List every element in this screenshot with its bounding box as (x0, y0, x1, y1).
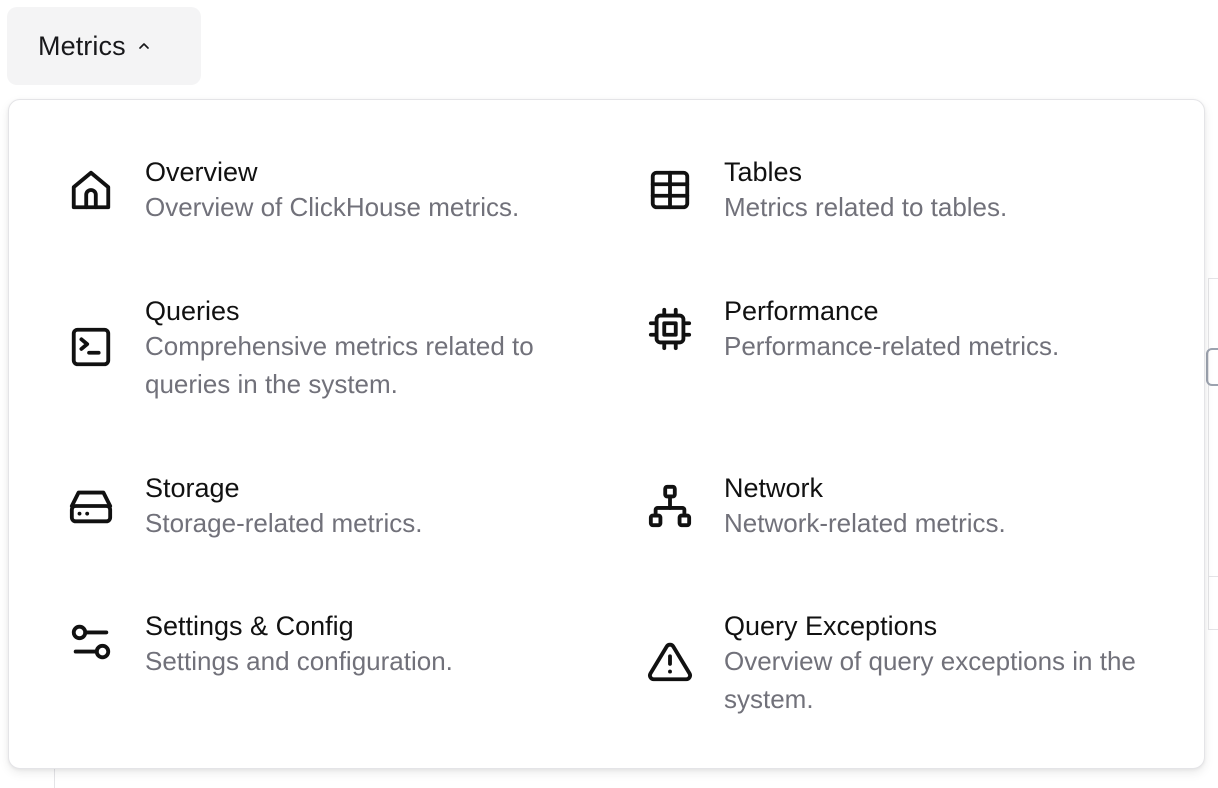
home-icon (67, 166, 115, 214)
menu-item-performance[interactable]: Performance Performance-related metrics. (646, 295, 1166, 365)
menu-item-title: Tables (724, 157, 803, 187)
menu-item-title: Settings & Config (145, 611, 354, 641)
terminal-icon (67, 323, 115, 371)
menu-item-text: Query Exceptions Overview of query excep… (724, 610, 1154, 718)
menu-item-storage[interactable]: Storage Storage-related metrics. (67, 472, 587, 542)
cpu-icon (646, 305, 694, 353)
menu-item-description: Overview of ClickHouse metrics. (145, 192, 520, 222)
menu-item-text: Network Network-related metrics. (724, 472, 1164, 542)
menu-item-overview[interactable]: Overview Overview of ClickHouse metrics. (67, 156, 587, 226)
sliders-icon (67, 618, 115, 666)
page: Metrics Overview Overview of ClickHouse … (0, 0, 1218, 788)
menu-item-title: Queries (145, 296, 240, 326)
metrics-menu-trigger-label: Metrics (38, 30, 126, 61)
menu-item-title: Overview (145, 157, 258, 187)
metrics-menu-popover: Overview Overview of ClickHouse metrics.… (8, 99, 1205, 769)
background-card-divider (1208, 576, 1218, 577)
menu-item-description: Storage-related metrics. (145, 508, 423, 538)
menu-item-description: Performance-related metrics. (724, 331, 1060, 361)
chevron-up-icon (136, 38, 152, 54)
menu-item-text: Storage Storage-related metrics. (145, 472, 585, 542)
menu-item-network[interactable]: Network Network-related metrics. (646, 472, 1166, 542)
menu-item-description: Overview of query exceptions in the syst… (724, 646, 1136, 714)
menu-item-title: Query Exceptions (724, 611, 938, 641)
menu-item-description: Settings and configuration. (145, 646, 453, 676)
menu-item-description: Comprehensive metrics related to queries… (145, 331, 534, 399)
menu-item-text: Overview Overview of ClickHouse metrics. (145, 156, 585, 226)
menu-item-description: Network-related metrics. (724, 508, 1006, 538)
menu-item-text: Tables Metrics related to tables. (724, 156, 1164, 226)
menu-item-title: Performance (724, 296, 879, 326)
table-icon (646, 166, 694, 214)
menu-item-text: Settings & Config Settings and configura… (145, 610, 585, 680)
metrics-menu-trigger[interactable]: Metrics (7, 7, 201, 85)
menu-item-query-exceptions[interactable]: Query Exceptions Overview of query excep… (646, 610, 1166, 714)
background-card (1208, 278, 1218, 630)
background-icon (1206, 348, 1218, 386)
menu-item-title: Network (724, 473, 824, 503)
network-icon (646, 482, 694, 530)
menu-item-text: Queries Comprehensive metrics related to… (145, 295, 565, 403)
menu-item-tables[interactable]: Tables Metrics related to tables. (646, 156, 1166, 226)
menu-item-description: Metrics related to tables. (724, 192, 1008, 222)
hard-drive-icon (67, 482, 115, 530)
menu-item-settings[interactable]: Settings & Config Settings and configura… (67, 610, 587, 680)
alert-triangle-icon (646, 638, 694, 686)
menu-item-title: Storage (145, 473, 240, 503)
menu-item-queries[interactable]: Queries Comprehensive metrics related to… (67, 295, 587, 399)
menu-item-text: Performance Performance-related metrics. (724, 295, 1164, 365)
